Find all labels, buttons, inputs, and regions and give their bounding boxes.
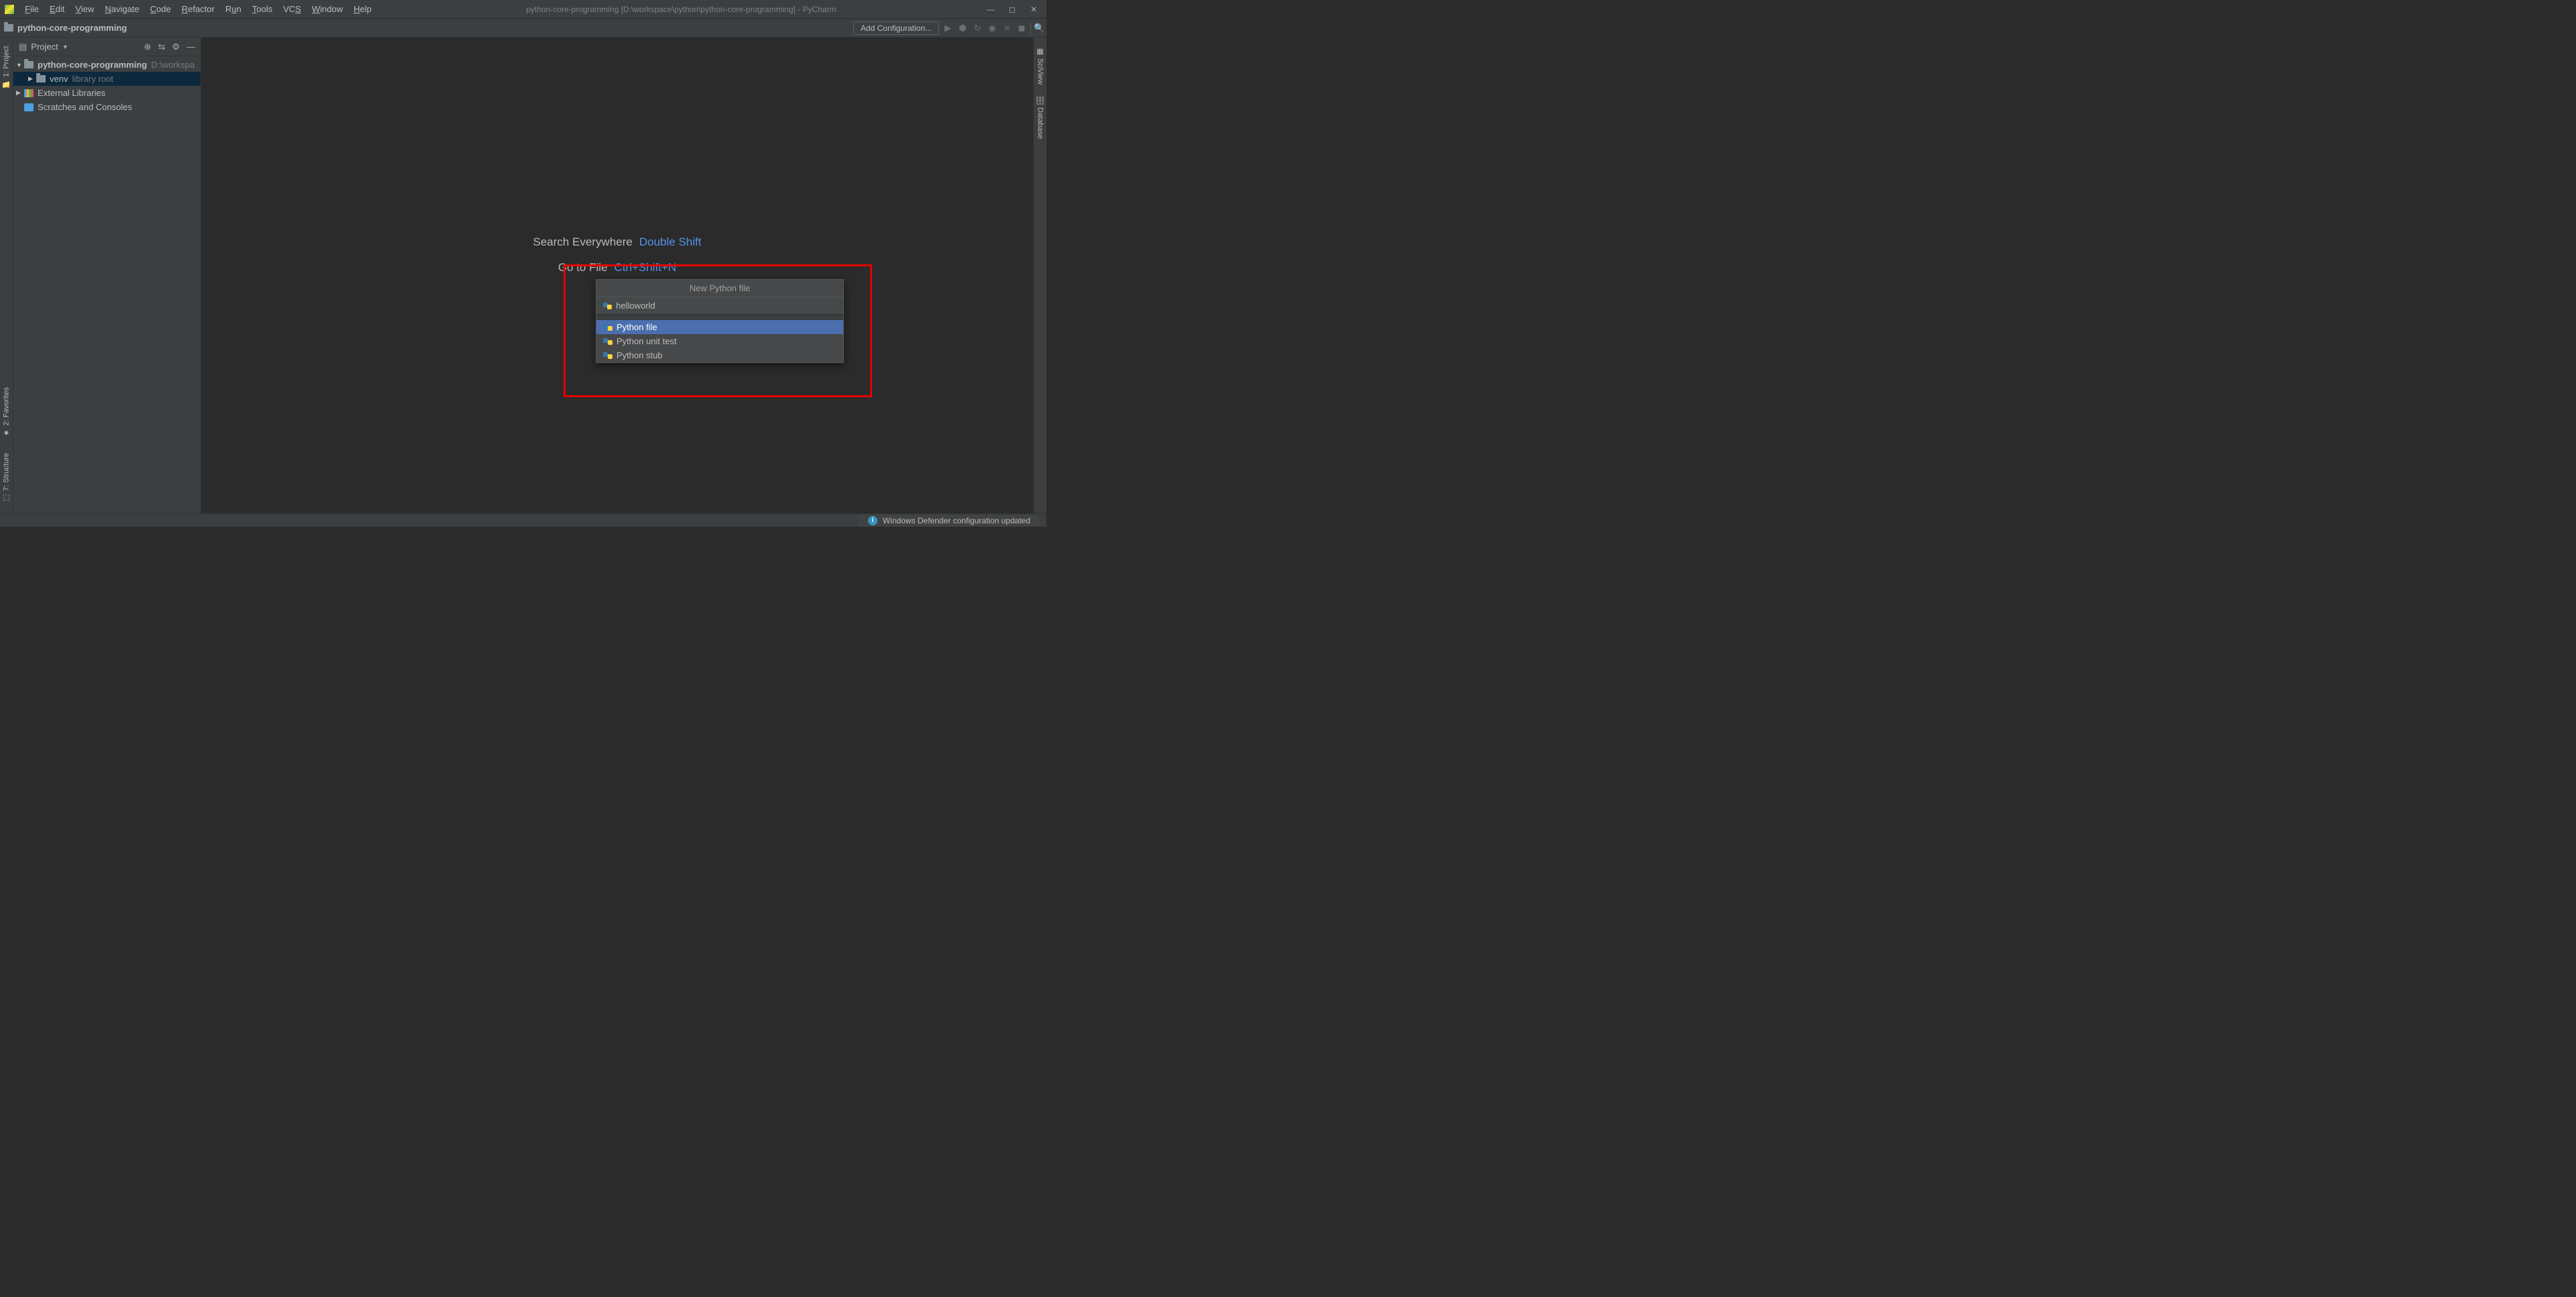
- maximize-button[interactable]: ◻: [1008, 5, 1017, 14]
- file-type-python-unit-test[interactable]: Python unit test: [596, 334, 843, 348]
- structure-tool-tab[interactable]: ⬚7: Structure: [1, 448, 12, 508]
- search-icon[interactable]: 🔍: [1030, 22, 1042, 34]
- popup-divider: [596, 315, 843, 320]
- expand-arrow-icon[interactable]: ▶: [28, 75, 35, 83]
- file-type-python-file[interactable]: Python file: [596, 320, 843, 334]
- locate-icon[interactable]: ⊕: [144, 42, 152, 52]
- file-type-list: Python file Python unit test Python stub: [596, 320, 843, 362]
- popup-title: New Python file: [596, 280, 843, 297]
- add-configuration-button[interactable]: Add Configuration...: [853, 21, 939, 35]
- menu-file[interactable]: File: [20, 3, 44, 15]
- menu-help[interactable]: Help: [349, 3, 376, 15]
- python-icon: [603, 351, 612, 360]
- hide-icon[interactable]: —: [186, 42, 195, 52]
- close-button[interactable]: ✕: [1029, 5, 1038, 14]
- python-icon: [603, 301, 612, 311]
- tree-venv[interactable]: ▶ venv library root: [13, 72, 201, 86]
- titlebar: File Edit View Navigate Code Refactor Ru…: [0, 0, 1046, 19]
- status-bar: i Windows Defender configuration updated: [0, 513, 1046, 527]
- left-gutter: 📁1: Project ★2: Favorites ⬚7: Structure: [0, 38, 13, 513]
- project-view-selector[interactable]: ▤ Project ▼: [19, 42, 68, 52]
- menu-navigate[interactable]: Navigate: [100, 3, 144, 15]
- database-tool-tab[interactable]: 🗄Database: [1034, 90, 1046, 144]
- goto-file-hint: Go to FileCtrl+Shift+N: [533, 261, 702, 274]
- tree-external-libraries[interactable]: ▶ External Libraries: [13, 86, 201, 100]
- folder-icon: [24, 61, 34, 68]
- menu-view[interactable]: View: [70, 3, 99, 15]
- profile-icon[interactable]: ◉: [986, 22, 998, 34]
- breadcrumb[interactable]: python-core-programming: [17, 23, 127, 33]
- folder-icon: [4, 24, 13, 32]
- navigation-bar: python-core-programming Add Configuratio…: [0, 19, 1046, 38]
- menu-tools[interactable]: Tools: [248, 3, 277, 15]
- coverage-icon[interactable]: ↻: [971, 22, 983, 34]
- tree-root[interactable]: ▼ python-core-programming D:\workspa: [13, 58, 201, 72]
- editor-area: Search EverywhereDouble Shift Go to File…: [201, 38, 1033, 513]
- library-icon: [24, 89, 34, 97]
- run-icon[interactable]: ▶: [942, 22, 954, 34]
- project-tool-tab[interactable]: 📁1: Project: [1, 40, 12, 94]
- file-type-python-stub[interactable]: Python stub: [596, 348, 843, 362]
- menu-window[interactable]: Window: [307, 3, 347, 15]
- menu-vcs[interactable]: VCS: [278, 3, 306, 15]
- debug-icon[interactable]: ⬢: [957, 22, 969, 34]
- python-icon: [603, 323, 612, 332]
- minimize-button[interactable]: —: [986, 5, 996, 14]
- right-gutter: ▦SciView 🗄Database: [1033, 38, 1046, 513]
- search-everywhere-hint: Search EverywhereDouble Shift: [533, 236, 702, 249]
- tree-scratches[interactable]: Scratches and Consoles: [13, 100, 201, 114]
- python-icon: [603, 337, 612, 346]
- expand-arrow-icon[interactable]: ▼: [16, 62, 23, 68]
- sciview-tool-tab[interactable]: ▦SciView: [1034, 42, 1046, 90]
- filename-input-row: [596, 297, 843, 315]
- window-title: python-core-programming [D:\workspace\py…: [376, 5, 986, 14]
- window-controls: — ◻ ✕: [986, 5, 1038, 14]
- folder-icon: [36, 75, 46, 83]
- expand-icon[interactable]: ⇆: [158, 42, 165, 52]
- settings-icon[interactable]: ⚙: [172, 42, 180, 52]
- favorites-tool-tab[interactable]: ★2: Favorites: [1, 382, 12, 442]
- menu-refactor[interactable]: Refactor: [177, 3, 219, 15]
- menu-run[interactable]: Run: [221, 3, 246, 15]
- stop-icon[interactable]: ≡: [1001, 22, 1013, 34]
- info-icon: i: [868, 516, 877, 525]
- main-area: 📁1: Project ★2: Favorites ⬚7: Structure …: [0, 38, 1046, 513]
- menu-bar: File Edit View Navigate Code Refactor Ru…: [20, 3, 376, 15]
- menu-edit[interactable]: Edit: [45, 3, 69, 15]
- status-notification[interactable]: i Windows Defender configuration updated: [859, 515, 1040, 527]
- update-icon[interactable]: ◼: [1016, 22, 1028, 34]
- expand-arrow-icon[interactable]: ▶: [16, 89, 23, 97]
- pycharm-icon: [4, 4, 15, 15]
- project-panel: ▤ Project ▼ ⊕ ⇆ ⚙ — ▼ python-core-progra…: [13, 38, 201, 513]
- filename-input[interactable]: [616, 301, 837, 311]
- scratches-icon: [24, 103, 34, 111]
- project-panel-header: ▤ Project ▼ ⊕ ⇆ ⚙ —: [13, 38, 201, 56]
- project-tree: ▼ python-core-programming D:\workspa ▶ v…: [13, 56, 201, 513]
- menu-code[interactable]: Code: [146, 3, 176, 15]
- new-python-file-popup: New Python file Python file Python unit …: [596, 279, 844, 363]
